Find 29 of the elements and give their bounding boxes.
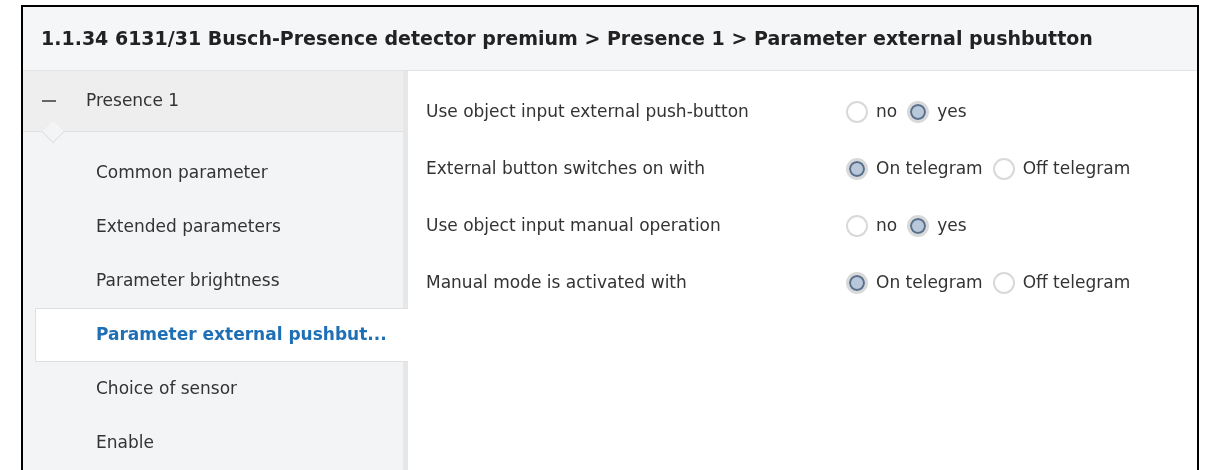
radio-option[interactable]: On telegram	[846, 155, 983, 182]
radio-option[interactable]: Off telegram	[992, 269, 1131, 296]
radio-button[interactable]	[992, 271, 1015, 294]
radio-button[interactable]	[846, 271, 868, 294]
sidebar-item[interactable]: Enable	[23, 416, 403, 470]
radio-option[interactable]: Off telegram	[992, 155, 1131, 182]
radio-option[interactable]: yes	[907, 98, 967, 125]
window-title: 1.1.34 6131/31 Busch-Presence detector premium > Presence 1 > Parameter external pushbutton	[41, 26, 1093, 52]
radio-option[interactable]: yes	[907, 212, 967, 239]
radio-option[interactable]: On telegram	[846, 269, 983, 296]
radio-button[interactable]	[846, 157, 868, 180]
sidebar-item[interactable]: Parameter external pushbut...	[35, 308, 408, 362]
parameter-label: External button switches on with	[426, 156, 707, 180]
radio-button[interactable]	[907, 100, 930, 123]
radio-option[interactable]: no	[846, 98, 898, 125]
parameter-label: Use object input external push-button	[426, 99, 750, 123]
parameter-label: Manual mode is activated with	[426, 270, 688, 294]
parameter-label: Use object input manual operation	[426, 213, 722, 237]
sidebar-item[interactable]: Extended parameters	[23, 200, 403, 254]
radio-button[interactable]	[846, 214, 868, 237]
radio-button[interactable]	[907, 214, 930, 237]
sidebar-item[interactable]: Common parameter	[23, 146, 403, 200]
radio-button[interactable]	[846, 100, 868, 123]
radio-button[interactable]	[992, 157, 1015, 180]
sidebar-item[interactable]: Parameter brightness	[23, 254, 403, 308]
sidebar-item[interactable]: Choice of sensor	[23, 362, 403, 416]
tree-group-label: Presence 1	[86, 89, 180, 113]
radio-option[interactable]: no	[846, 212, 898, 239]
tree-group-header[interactable]: Presence 1	[23, 71, 403, 132]
